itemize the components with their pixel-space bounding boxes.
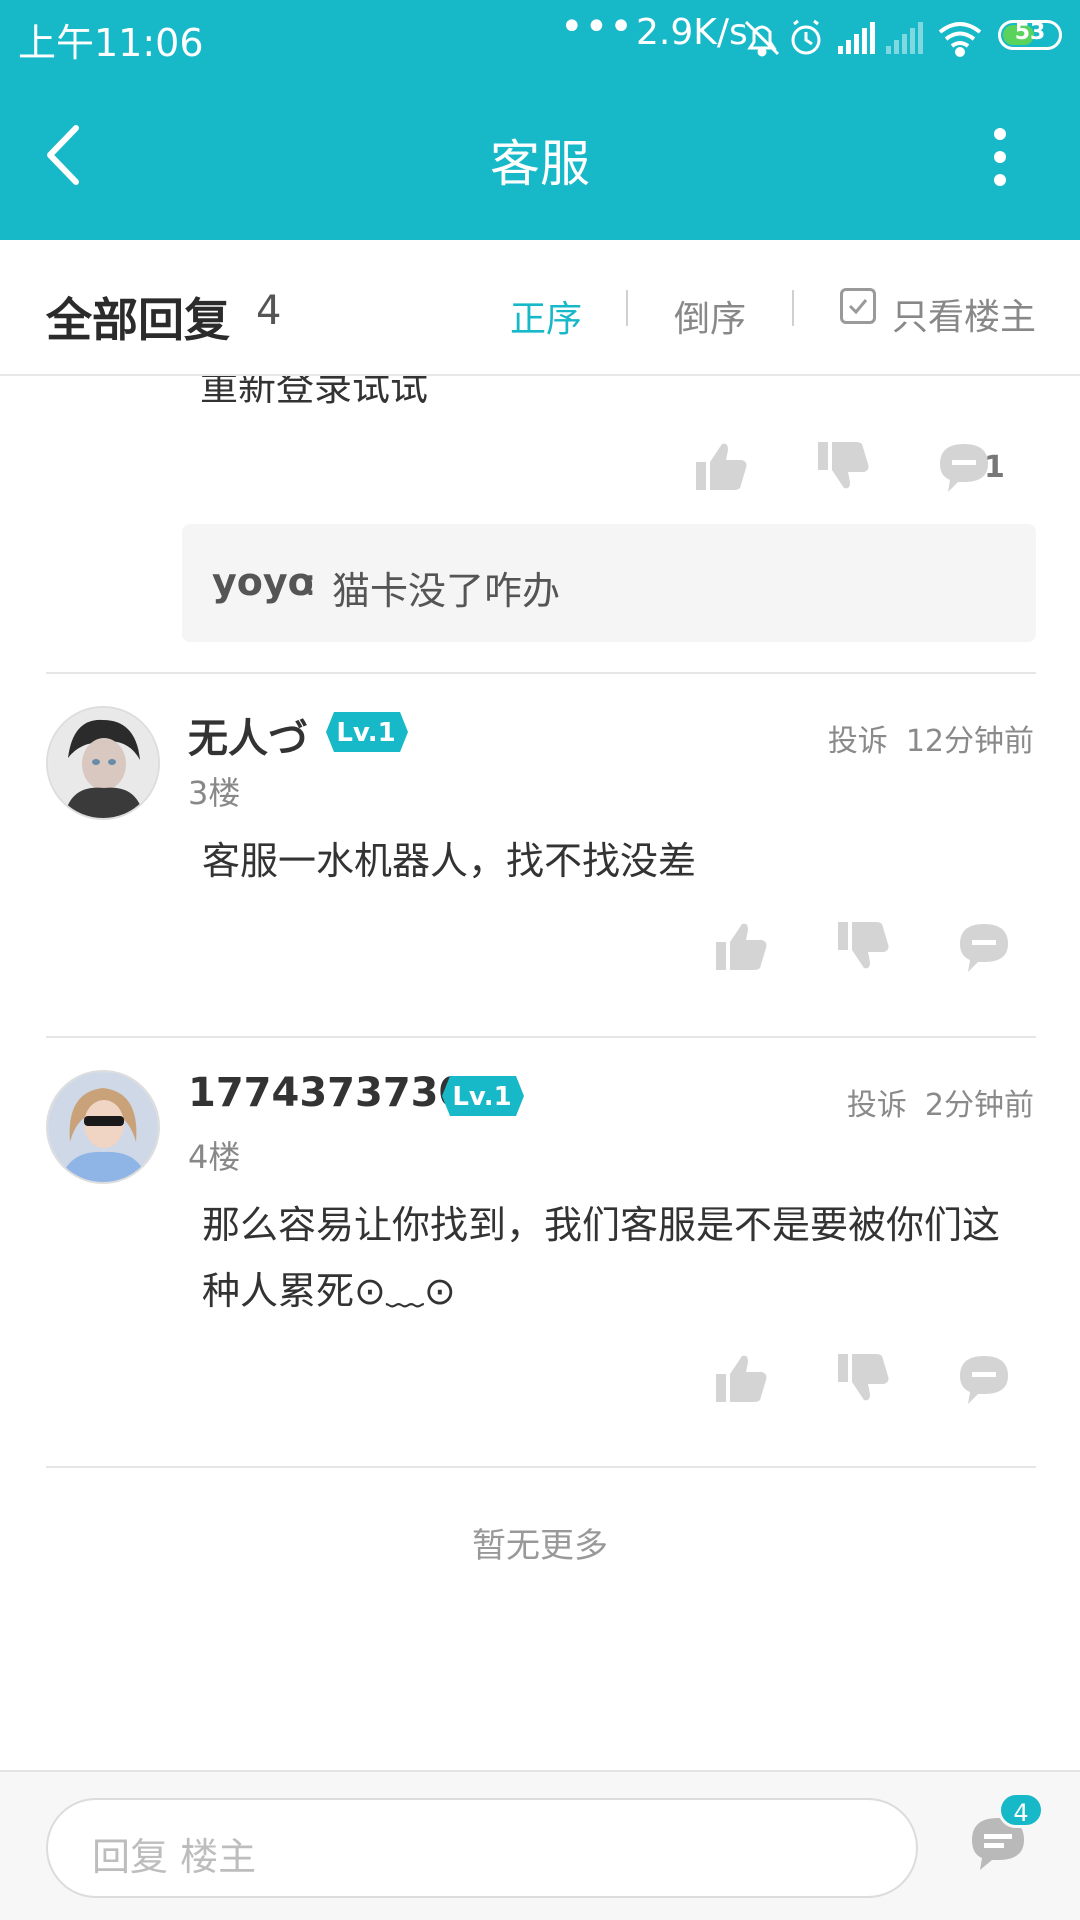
dislike-icon[interactable] <box>832 1348 892 1408</box>
status-time: 上午11:06 <box>18 21 204 65</box>
like-icon[interactable] <box>710 1348 770 1408</box>
status-network-speed: 2.9K/s <box>636 12 748 53</box>
report-button[interactable]: 投诉 <box>847 1088 907 1123</box>
reply-content: 那么容易让你找到，我们客服是不是要被你们这种人累死⊙﹏⊙ <box>202 1203 1001 1313</box>
post-time: 2分钟前 <box>924 1088 1034 1123</box>
avatar[interactable] <box>46 1070 160 1184</box>
nav-bar: 客服 <box>0 76 1080 240</box>
level-badge: Lv.1 <box>442 1076 524 1116</box>
only-op-checkbox[interactable] <box>840 288 876 324</box>
avatar[interactable] <box>46 706 160 820</box>
divider <box>46 672 1036 674</box>
divider <box>46 1466 1036 1468</box>
post-actions: 1 <box>680 436 1040 496</box>
top-bar: 上午11:06 ••• 2.9K/s 53 客服 <box>0 0 1080 240</box>
status-bar: 上午11:06 ••• 2.9K/s 53 <box>0 0 1080 76</box>
comment-count-badge: 4 <box>998 1792 1044 1828</box>
like-icon[interactable] <box>690 436 750 496</box>
reply-content: 客服一水机器人，找不找没差 <box>202 839 697 883</box>
partial-post-text: 重新登录试试 <box>200 376 429 409</box>
status-more-dots: ••• <box>560 4 634 50</box>
bell-muted-icon <box>744 20 780 57</box>
sort-ascending-button[interactable]: 正序 <box>510 290 582 342</box>
post-actions <box>700 916 1060 976</box>
bottom-reply-bar: 回复 楼主 4 <box>0 1770 1080 1920</box>
like-icon[interactable] <box>710 916 770 976</box>
reply-count: 4 <box>256 288 282 334</box>
divider <box>46 1036 1036 1038</box>
battery-indicator: 53 <box>998 20 1062 50</box>
only-op-label[interactable]: 只看楼主 <box>892 288 1036 340</box>
post-meta: 投诉 2分钟前 <box>847 1080 1034 1124</box>
wifi-icon <box>938 22 982 57</box>
username[interactable]: 1774373730 <box>188 1070 466 1116</box>
sub-reply-user[interactable]: yoyo <box>212 560 314 604</box>
alarm-icon <box>791 19 821 55</box>
separator <box>626 290 628 326</box>
post-meta: 投诉 12分钟前 <box>828 716 1034 760</box>
floor-number: 3楼 <box>188 774 241 812</box>
sub-reply-separator: : <box>304 560 317 604</box>
username[interactable]: 无人づ <box>188 706 308 764</box>
page-title: 客服 <box>490 135 590 193</box>
post-actions <box>700 1348 1060 1408</box>
level-text: Lv.1 <box>452 1082 511 1112</box>
battery-level: 53 <box>1014 20 1046 45</box>
level-text: Lv.1 <box>336 718 395 748</box>
sub-reply-text: 猫卡没了咋办 <box>332 569 561 613</box>
reply-input[interactable]: 回复 楼主 <box>46 1798 918 1898</box>
post-time: 12分钟前 <box>905 724 1034 759</box>
check-icon <box>848 299 868 315</box>
signal-icon <box>838 22 875 54</box>
partial-post-clip: 重新登录试试 <box>0 376 1080 416</box>
separator <box>792 290 794 326</box>
dislike-icon[interactable] <box>832 916 892 976</box>
comment-icon[interactable] <box>954 916 1014 976</box>
sub-reply[interactable]: yoyo : 猫卡没了咋办 <box>182 524 1036 642</box>
no-more-label: 暂无更多 <box>472 1526 608 1566</box>
level-badge: Lv.1 <box>326 712 408 752</box>
report-button[interactable]: 投诉 <box>828 724 888 759</box>
all-replies-title: 全部回复 <box>46 293 230 347</box>
comment-count: 1 <box>984 450 1005 485</box>
reply-filter-bar: 全部回复 4 正序 倒序 只看楼主 <box>0 240 1080 376</box>
sort-descending-button[interactable]: 倒序 <box>674 290 746 342</box>
dislike-icon[interactable] <box>812 436 872 496</box>
reply-placeholder: 回复 楼主 <box>92 1835 257 1879</box>
comment-icon[interactable] <box>954 1348 1014 1408</box>
signal-secondary-icon <box>886 22 923 54</box>
status-icons <box>744 19 982 57</box>
more-options-icon[interactable] <box>980 124 1020 190</box>
floor-number: 4楼 <box>188 1138 241 1176</box>
